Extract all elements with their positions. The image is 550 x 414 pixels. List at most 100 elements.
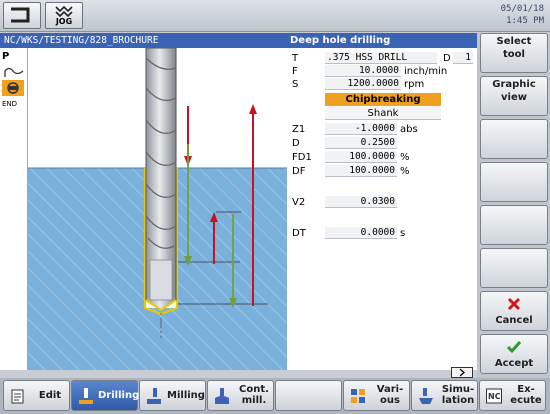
param-row-dt: DT 0.0000 s xyxy=(287,227,477,240)
z1-label: Z1 xyxy=(292,124,306,135)
df-unit: % xyxy=(400,166,410,177)
vertical-softkey-bar: Select tool Graphic view Cancel Accept xyxy=(477,33,550,378)
drill-cycle-block[interactable] xyxy=(2,80,24,96)
milling-softkey[interactable]: Milling xyxy=(139,380,206,411)
softkey-empty-6[interactable] xyxy=(480,248,548,288)
milling-label: Milling xyxy=(167,390,205,401)
simulation-softkey[interactable]: Simu- lation xyxy=(411,380,478,411)
various-softkey[interactable]: Vari- ous xyxy=(343,380,410,411)
s-field[interactable]: 1200.0000 xyxy=(325,78,401,90)
drill-cycle-icon xyxy=(7,82,19,94)
drilling-graphic xyxy=(28,48,287,370)
drilling-softkey[interactable]: Drilling xyxy=(71,380,140,411)
various-icon xyxy=(351,389,365,403)
contour-milling-label-1: Cont. xyxy=(239,384,269,395)
program-outline: P END xyxy=(0,48,28,370)
z1-unit[interactable]: abs xyxy=(400,123,418,136)
various-label-1: Vari- xyxy=(376,384,404,395)
nc-execute-icon: NC xyxy=(486,388,502,404)
program-path: NC/WKS/TESTING/828_BROCHURE xyxy=(4,35,159,46)
end-label: END xyxy=(2,100,18,108)
tool-label: T xyxy=(292,53,299,64)
fd1-field[interactable]: 100.0000 xyxy=(325,151,397,163)
shank-select[interactable]: Shank xyxy=(325,107,441,120)
param-row-tool: T .375 HSS DRILL D 1 xyxy=(287,52,477,65)
execute-softkey[interactable]: NC Ex- ecute xyxy=(479,380,546,411)
d-label: D xyxy=(443,53,451,64)
f-field[interactable]: 10.0000 xyxy=(325,65,401,77)
dt-label: DT xyxy=(292,228,306,239)
dt-field[interactable]: 0.0000 xyxy=(325,227,397,239)
simulation-label-1: Simu- xyxy=(441,384,475,395)
param-row-v2: V2 0.0300 xyxy=(287,196,477,209)
s-label: S xyxy=(292,79,299,90)
select-tool-label-1: Select xyxy=(496,36,532,47)
status-strip xyxy=(0,370,477,378)
various-label-2: ous xyxy=(380,395,400,406)
edit-icon xyxy=(11,389,24,404)
depth-field[interactable]: 0.2500 xyxy=(325,137,397,149)
simulation-label-2: lation xyxy=(441,395,475,406)
jog-wave-icon xyxy=(55,5,73,17)
drilling-icon xyxy=(79,388,93,404)
v2-field[interactable]: 0.0300 xyxy=(325,196,397,208)
contour-icon xyxy=(4,67,24,77)
date-text: 05/01/18 xyxy=(500,4,544,14)
cycle-name: Deep hole drilling xyxy=(290,35,391,46)
fd1-label: FD1 xyxy=(292,152,312,163)
scroll-right-button[interactable] xyxy=(451,367,473,378)
time-text: 1:45 PM xyxy=(506,16,544,26)
cancel-label: Cancel xyxy=(495,315,533,326)
param-row-fd1: FD1 100.0000 % xyxy=(287,151,477,164)
back-button[interactable] xyxy=(3,2,41,29)
param-row-z1: Z1 -1.0000 abs xyxy=(287,123,477,136)
s-unit[interactable]: rpm xyxy=(404,78,424,91)
drilling-label: Drilling xyxy=(98,390,140,401)
softkey-empty-bottom[interactable] xyxy=(275,380,342,411)
fd1-unit: % xyxy=(400,152,410,163)
contour-milling-icon xyxy=(215,388,229,404)
edit-softkey[interactable]: Edit xyxy=(3,380,70,411)
accept-label: Accept xyxy=(494,358,534,369)
f-unit[interactable]: inch/min xyxy=(404,65,447,78)
softkey-empty-5[interactable] xyxy=(480,205,548,245)
horizontal-softkey-bar: Edit Drilling Milling Cont. mill. Vari- … xyxy=(0,378,550,414)
contour-milling-softkey[interactable]: Cont. mill. xyxy=(207,380,274,411)
date-time: 05/01/18 1:45 PM xyxy=(501,3,544,27)
parameter-panel: T .375 HSS DRILL D 1 F 10.0000 inch/min … xyxy=(287,48,477,370)
drilling-mode-select[interactable]: Chipbreaking xyxy=(325,93,441,106)
contour-milling-label-2: mill. xyxy=(241,395,267,406)
simulation-icon xyxy=(419,388,433,404)
param-row-speed: S 1200.0000 rpm xyxy=(287,78,477,91)
drill-bit xyxy=(145,48,177,312)
df-field[interactable]: 100.0000 xyxy=(325,165,397,177)
jog-mode-button[interactable]: JOG xyxy=(45,2,83,29)
execute-label-2: ecute xyxy=(510,395,542,406)
accept-icon xyxy=(506,341,522,354)
accept-softkey[interactable]: Accept xyxy=(480,334,548,374)
graphic-view-softkey[interactable]: Graphic view xyxy=(480,76,548,116)
chevron-right-icon xyxy=(459,368,465,377)
param-row-df: DF 100.0000 % xyxy=(287,165,477,178)
graphic-view-label-1: Graphic xyxy=(492,79,536,90)
return-arrow-icon xyxy=(11,7,30,23)
execute-label-1: Ex- xyxy=(517,384,535,395)
v2-label: V2 xyxy=(292,197,306,208)
f-label: F xyxy=(292,66,298,77)
jog-mode-label: JOG xyxy=(55,17,73,26)
z1-field[interactable]: -1.0000 xyxy=(325,123,397,135)
cancel-icon xyxy=(507,297,521,311)
top-bar: JOG 05/01/18 1:45 PM xyxy=(0,0,550,32)
program-header-label: P xyxy=(2,51,10,62)
select-tool-label-2: tool xyxy=(503,49,525,60)
param-row-depth: D 0.2500 xyxy=(287,137,477,150)
softkey-empty-3[interactable] xyxy=(480,119,548,159)
milling-icon xyxy=(147,388,161,404)
select-tool-softkey[interactable]: Select tool xyxy=(480,33,548,73)
cancel-softkey[interactable]: Cancel xyxy=(480,291,548,331)
softkey-empty-4[interactable] xyxy=(480,162,548,202)
tool-field[interactable]: .375 HSS DRILL xyxy=(325,52,437,64)
graphic-view-label-2: view xyxy=(501,92,527,103)
dt-unit: s xyxy=(400,228,406,239)
d-number-field[interactable]: 1 xyxy=(453,52,473,64)
